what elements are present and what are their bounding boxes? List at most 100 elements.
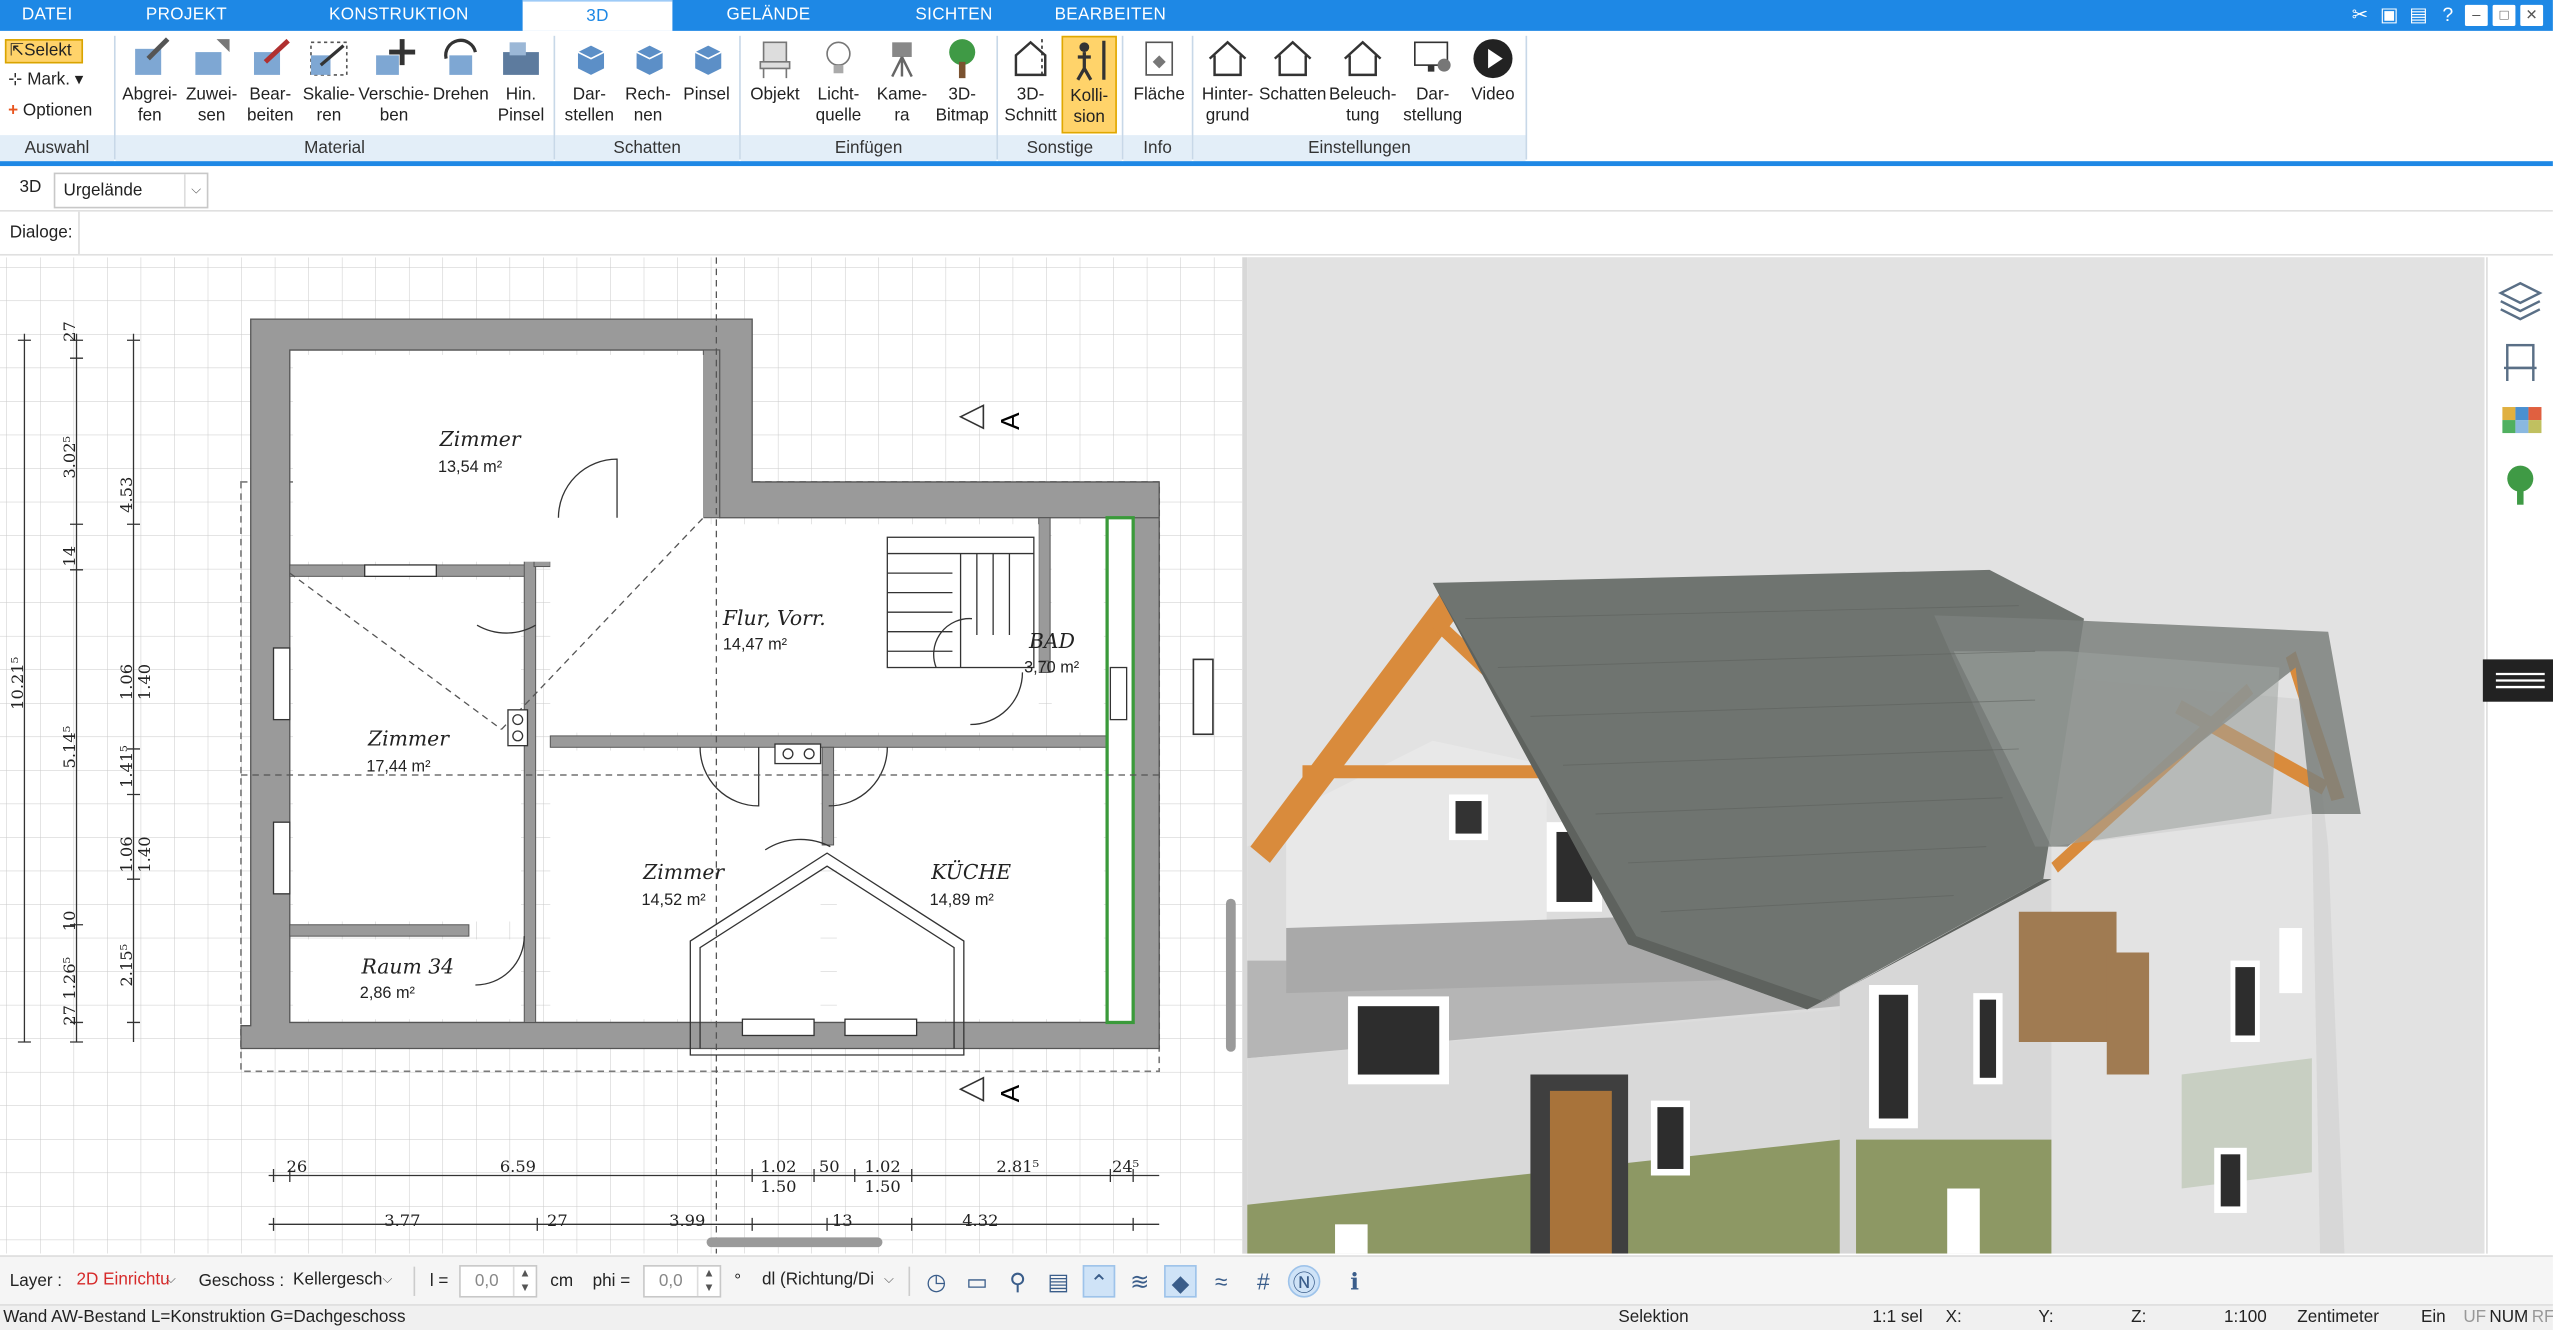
background-button[interactable]: Hinter- grund (1198, 36, 1257, 127)
close-button[interactable]: ✕ (2520, 4, 2544, 27)
group-separator (1525, 35, 1528, 160)
panel-menu-button[interactable] (2482, 659, 2553, 702)
dim-label: 3.77 (384, 1211, 420, 1230)
screen-icon[interactable]: ▭ (961, 1265, 994, 1298)
lighting-button[interactable]: Beleuch- tung (1329, 36, 1397, 127)
length-input[interactable]: 0,0 ▲ ▼ (459, 1265, 538, 1298)
status-mode: Selektion (1618, 1307, 1689, 1327)
link-icon[interactable]: ⚲ (1001, 1265, 1034, 1298)
insert-object-button[interactable]: Objekt (746, 36, 805, 106)
layer-select[interactable]: 2D Einrichtu ⌵ (68, 1265, 183, 1298)
tab-3d[interactable]: 3D (522, 0, 673, 31)
terrain-select[interactable]: Urgelände ⌵ (53, 172, 209, 209)
tab-bearbeiten[interactable]: BEARBEITEN (1042, 0, 1179, 31)
status-num: NUM (2489, 1307, 2529, 1327)
roof-tool-icon[interactable]: ⌃ (1082, 1265, 1116, 1298)
direction-select[interactable]: dl (Richtung/Di ⌵ (753, 1265, 901, 1298)
status-rf: RF (2531, 1307, 2553, 1327)
options-label: Optionen (22, 100, 93, 121)
assign-material-button[interactable]: Zuwei- sen (182, 36, 241, 127)
maximize-button[interactable]: □ (2492, 4, 2516, 27)
rotate-icon (444, 38, 477, 75)
insert-bitmap-button[interactable]: 3D- Bitmap (931, 36, 993, 127)
terrain-icon[interactable]: ≈ (1205, 1265, 1238, 1298)
spinner-icon[interactable]: ▲ ▼ (696, 1266, 720, 1296)
select-button[interactable]: ⇱Selekt (4, 39, 84, 64)
room-area: 17,44 m² (366, 758, 431, 776)
3d-view[interactable] (1247, 257, 2485, 1254)
scale-material-button[interactable]: Skalie- ren (300, 36, 359, 127)
material-palette-icon[interactable] (2502, 407, 2542, 434)
hatch-icon[interactable]: ≋ (1123, 1265, 1156, 1298)
floor-select[interactable]: Kellergesch ⌵ (284, 1265, 399, 1298)
info-icon[interactable]: ℹ (1338, 1265, 1371, 1298)
divider (908, 1266, 911, 1296)
group-separator (1121, 35, 1124, 160)
rotate-material-button[interactable]: Drehen (430, 36, 492, 106)
show-shadow-button[interactable]: Dar- stellen (560, 36, 619, 127)
tab-sichten[interactable]: SICHTEN (892, 0, 1016, 31)
help-icon[interactable]: ? (2436, 3, 2460, 27)
cube-icon (577, 45, 605, 75)
display-button[interactable]: Dar- stellung (1400, 36, 1465, 127)
collision-button[interactable]: Kolli- sion (1061, 35, 1117, 134)
dim-label: 14 (60, 546, 79, 567)
print-icon[interactable]: ▤ (1042, 1265, 1075, 1298)
spinner-icon[interactable]: ▲ ▼ (512, 1266, 536, 1296)
chair-icon[interactable] (2504, 343, 2537, 381)
edit-material-button[interactable]: Bear- beiten (241, 36, 300, 127)
dim-label: 3.02⁵ (60, 436, 79, 479)
tab-gelaende[interactable]: GELÄNDE (700, 0, 837, 31)
group-label-material: Material (115, 135, 554, 162)
pick-material-button[interactable]: Abgrei- fen (117, 36, 182, 127)
shadow-brush-label: Pinsel (683, 84, 730, 105)
reference-brush-button[interactable]: Hin. Pinsel (492, 36, 551, 127)
minimize-button[interactable]: – (2464, 4, 2488, 27)
tools-icon[interactable]: ✂ (2348, 3, 2372, 27)
north-icon[interactable]: Ⓝ (1287, 1265, 1321, 1298)
tile-icon[interactable]: ▤ (2406, 3, 2430, 27)
assign-material-label: Zuwei- sen (185, 84, 238, 126)
clock-icon[interactable]: ◷ (920, 1265, 953, 1298)
reference-brush-label: Hin. Pinsel (497, 84, 545, 126)
3d-render-canvas[interactable] (1247, 257, 2485, 1254)
chevron-down-icon: ⌵ (883, 1271, 894, 1287)
angle-input-value: 0,0 (658, 1271, 683, 1292)
shadow-brush-button[interactable]: Pinsel (677, 36, 736, 106)
layers-icon[interactable] (2498, 281, 2543, 321)
staircase (886, 536, 1035, 669)
room-name: Zimmer (439, 427, 522, 451)
vertical-scrollbar[interactable] (1225, 898, 1236, 1052)
length-input-value: 0,0 (474, 1271, 499, 1292)
video-button[interactable]: Video (1465, 36, 1520, 106)
move-material-button[interactable]: Verschie- ben (358, 36, 430, 127)
restore-icon[interactable]: ▣ (2377, 3, 2401, 27)
divider (413, 1266, 416, 1296)
floor-plan-canvas[interactable]: Zimmer Flur, Vorr. BAD Zimmer Zimmer KÜC… (0, 257, 1243, 1254)
3d-section-button[interactable]: 3D- Schnitt (1001, 36, 1060, 127)
insert-camera-button[interactable]: Kame- ra (873, 36, 932, 127)
tab-konstruktion[interactable]: KONSTRUKTION (309, 0, 488, 31)
calc-shadow-button[interactable]: Rech- nen (619, 36, 678, 127)
layer-plane-icon[interactable]: ◆ (1164, 1265, 1197, 1298)
grid-icon[interactable]: # (1247, 1265, 1280, 1298)
room-area: 14,47 m² (723, 636, 788, 654)
area-button[interactable]: Fläche (1127, 36, 1192, 106)
floor-plan-view[interactable]: Zimmer Flur, Vorr. BAD Zimmer Zimmer KÜC… (0, 257, 1243, 1254)
tab-datei[interactable]: DATEI (0, 0, 94, 31)
status-selection: 1:1 sel (1872, 1307, 1923, 1327)
dim-label: 2.15⁵ (117, 944, 136, 987)
insert-light-button[interactable]: Licht- quelle (808, 36, 870, 127)
shadow-settings-button[interactable]: Schatten (1257, 36, 1329, 106)
insert-light-label: Licht- quelle (815, 84, 862, 126)
options-button[interactable]: + Optionen (8, 99, 92, 122)
mark-button[interactable]: ⊹ Mark. ▾ (8, 68, 83, 91)
angle-input[interactable]: 0,0 ▲ ▼ (643, 1265, 722, 1298)
tab-projekt[interactable]: PROJEKT (117, 0, 255, 31)
dim-label: 50 (819, 1157, 840, 1176)
tree-icon[interactable] (2507, 465, 2534, 505)
horizontal-scrollbar[interactable] (706, 1237, 883, 1248)
dim-label: 24⁵ (1112, 1157, 1139, 1176)
group-separator (553, 35, 556, 160)
ribbon-tab-bar: DATEI PROJEKT KONSTRUKTION 3D GELÄNDE SI… (0, 0, 2553, 31)
